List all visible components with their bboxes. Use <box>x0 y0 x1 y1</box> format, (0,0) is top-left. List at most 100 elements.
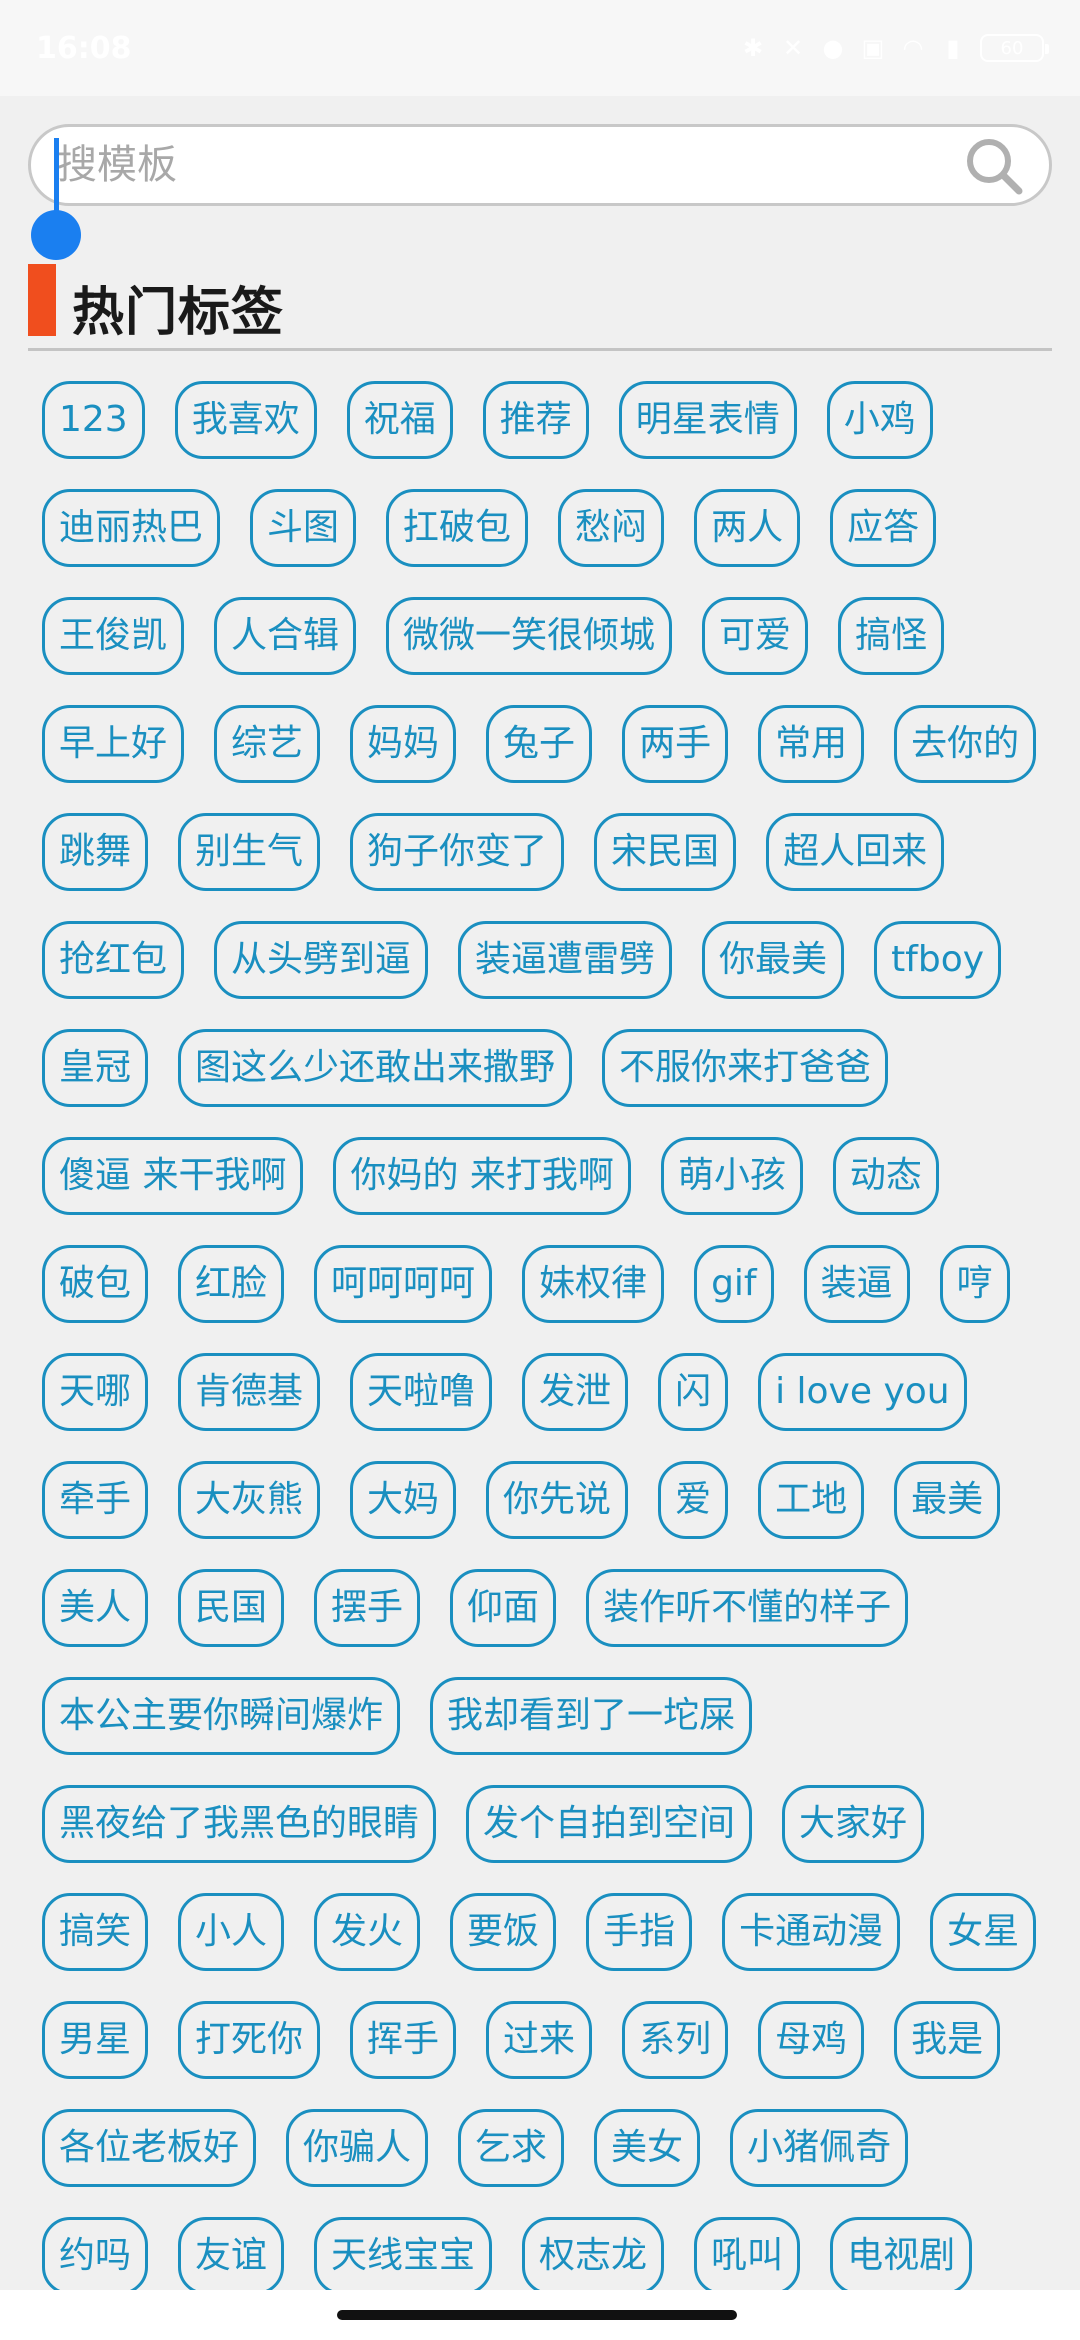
tag-chip[interactable]: 超人回来 <box>766 813 945 891</box>
tag-chip[interactable]: 乞求 <box>458 2109 565 2187</box>
tag-chip[interactable]: 卡通动漫 <box>722 1893 901 1971</box>
tag-chip[interactable]: 装逼 <box>803 1245 910 1323</box>
tag-chip[interactable]: 大灰熊 <box>178 1461 321 1539</box>
tag-chip[interactable]: 红脸 <box>178 1245 285 1323</box>
tag-chip[interactable]: 祝福 <box>346 381 453 459</box>
tag-chip[interactable]: 你最美 <box>702 921 845 999</box>
tag-chip[interactable]: 斗图 <box>250 489 357 567</box>
tag-chip[interactable]: 从头劈到逼 <box>214 921 429 999</box>
tag-chip[interactable]: 装作听不懂的样子 <box>586 1569 909 1647</box>
tag-chip[interactable]: 搞笑 <box>42 1893 149 1971</box>
tag-chip[interactable]: 我喜欢 <box>174 381 317 459</box>
tag-chip[interactable]: 大妈 <box>350 1461 457 1539</box>
tag-chip[interactable]: 大家好 <box>782 1785 925 1863</box>
cursor-handle[interactable] <box>31 210 81 260</box>
tag-chip[interactable]: 肯德基 <box>178 1353 321 1431</box>
tag-chip[interactable]: 狗子你变了 <box>350 813 565 891</box>
tag-chip[interactable]: 傻逼 来干我啊 <box>42 1137 304 1215</box>
tag-chip[interactable]: 早上好 <box>42 705 185 783</box>
tag-chip[interactable]: 各位老板好 <box>42 2109 257 2187</box>
tag-chip[interactable]: 123 <box>42 381 145 459</box>
tag-chip[interactable]: 工地 <box>758 1461 865 1539</box>
tag-chip[interactable]: 微微一笑很倾城 <box>386 597 673 675</box>
tag-chip[interactable]: gif <box>694 1245 774 1323</box>
tag-chip[interactable]: 系列 <box>622 2001 729 2079</box>
tag-chip[interactable]: 发泄 <box>522 1353 629 1431</box>
tag-chip[interactable]: 皇冠 <box>42 1029 149 1107</box>
tag-chip[interactable]: 最美 <box>894 1461 1001 1539</box>
tag-chip[interactable]: 两人 <box>694 489 801 567</box>
tag-chip[interactable]: 兔子 <box>486 705 593 783</box>
tag-chip[interactable]: 发个自拍到空间 <box>466 1785 753 1863</box>
tag-chip[interactable]: 我却看到了一坨屎 <box>430 1677 753 1755</box>
tag-chip[interactable]: tfboy <box>874 921 1002 999</box>
tag-chip[interactable]: 扛破包 <box>386 489 529 567</box>
tag-chip[interactable]: 打死你 <box>178 2001 321 2079</box>
tag-chip[interactable]: 明星表情 <box>618 381 797 459</box>
tag-chip[interactable]: 电视剧 <box>830 2217 973 2295</box>
tag-chip[interactable]: 装逼遭雷劈 <box>458 921 673 999</box>
tag-chip[interactable]: 图这么少还敢出来撒野 <box>178 1029 573 1107</box>
home-indicator[interactable] <box>337 2310 737 2320</box>
tag-chip[interactable]: 宋民国 <box>594 813 737 891</box>
tag-chip[interactable]: 吼叫 <box>694 2217 801 2295</box>
tag-chip[interactable]: 人合辑 <box>214 597 357 675</box>
tag-chip[interactable]: 女星 <box>930 1893 1037 1971</box>
tag-chip[interactable]: 母鸡 <box>758 2001 865 2079</box>
tag-chip[interactable]: 发火 <box>314 1893 421 1971</box>
tag-chip[interactable]: 摆手 <box>314 1569 421 1647</box>
tag-chip[interactable]: 常用 <box>758 705 865 783</box>
tag-chip[interactable]: 迪丽热巴 <box>42 489 221 567</box>
tag-chip[interactable]: 民国 <box>178 1569 285 1647</box>
search-box[interactable] <box>28 124 1052 206</box>
tag-chip[interactable]: 你先说 <box>486 1461 629 1539</box>
tag-chip[interactable]: 可爱 <box>702 597 809 675</box>
tag-chip[interactable]: 小鸡 <box>826 381 933 459</box>
tag-chip[interactable]: 妹权律 <box>522 1245 665 1323</box>
tag-chip[interactable]: 爱 <box>658 1461 729 1539</box>
tag-chip[interactable]: 抢红包 <box>42 921 185 999</box>
tag-chip[interactable]: 跳舞 <box>42 813 149 891</box>
tag-chip[interactable]: 小猪佩奇 <box>730 2109 909 2187</box>
tag-chip[interactable]: 两手 <box>622 705 729 783</box>
tag-chip[interactable]: 小人 <box>178 1893 285 1971</box>
tag-chip[interactable]: 呵呵呵呵 <box>314 1245 493 1323</box>
tag-chip[interactable]: 推荐 <box>482 381 589 459</box>
tag-chip[interactable]: 搞怪 <box>838 597 945 675</box>
tag-chip[interactable]: 我是 <box>894 2001 1001 2079</box>
tag-chip[interactable]: 综艺 <box>214 705 321 783</box>
tag-chip[interactable]: 你妈的 来打我啊 <box>333 1137 631 1215</box>
tag-chip[interactable]: 动态 <box>832 1137 939 1215</box>
tag-chip[interactable]: 天线宝宝 <box>314 2217 493 2295</box>
tag-chip[interactable]: 权志龙 <box>522 2217 665 2295</box>
tag-chip[interactable]: 黑夜给了我黑色的眼睛 <box>42 1785 437 1863</box>
tag-chip[interactable]: 仰面 <box>450 1569 557 1647</box>
tag-chip[interactable]: 美女 <box>594 2109 701 2187</box>
tag-chip[interactable]: 妈妈 <box>350 705 457 783</box>
tag-chip[interactable]: 应答 <box>830 489 937 567</box>
tag-chip[interactable]: 本公主要你瞬间爆炸 <box>42 1677 401 1755</box>
tag-chip[interactable]: 王俊凯 <box>42 597 185 675</box>
tag-chip[interactable]: 哼 <box>939 1245 1010 1323</box>
tag-chip[interactable]: 要饭 <box>450 1893 557 1971</box>
tag-chip[interactable]: 友谊 <box>178 2217 285 2295</box>
tag-chip[interactable]: 萌小孩 <box>660 1137 803 1215</box>
tag-chip[interactable]: 天啦噜 <box>350 1353 493 1431</box>
tag-chip[interactable]: 愁闷 <box>558 489 665 567</box>
search-input[interactable] <box>57 127 957 203</box>
tag-chip[interactable]: 天哪 <box>42 1353 149 1431</box>
tag-chip[interactable]: 破包 <box>42 1245 149 1323</box>
tag-chip[interactable]: 约吗 <box>42 2217 149 2295</box>
tag-chip[interactable]: 去你的 <box>894 705 1037 783</box>
tag-chip[interactable]: 挥手 <box>350 2001 457 2079</box>
tag-chip[interactable]: 过来 <box>486 2001 593 2079</box>
tag-chip[interactable]: i love you <box>758 1353 967 1431</box>
tag-chip[interactable]: 男星 <box>42 2001 149 2079</box>
tag-chip[interactable]: 牵手 <box>42 1461 149 1539</box>
tag-chip[interactable]: 不服你来打爸爸 <box>602 1029 889 1107</box>
tag-chip[interactable]: 别生气 <box>178 813 321 891</box>
tag-chip[interactable]: 闪 <box>658 1353 729 1431</box>
tag-chip[interactable]: 美人 <box>42 1569 149 1647</box>
tag-chip[interactable]: 手指 <box>586 1893 693 1971</box>
search-icon[interactable] <box>963 135 1025 197</box>
